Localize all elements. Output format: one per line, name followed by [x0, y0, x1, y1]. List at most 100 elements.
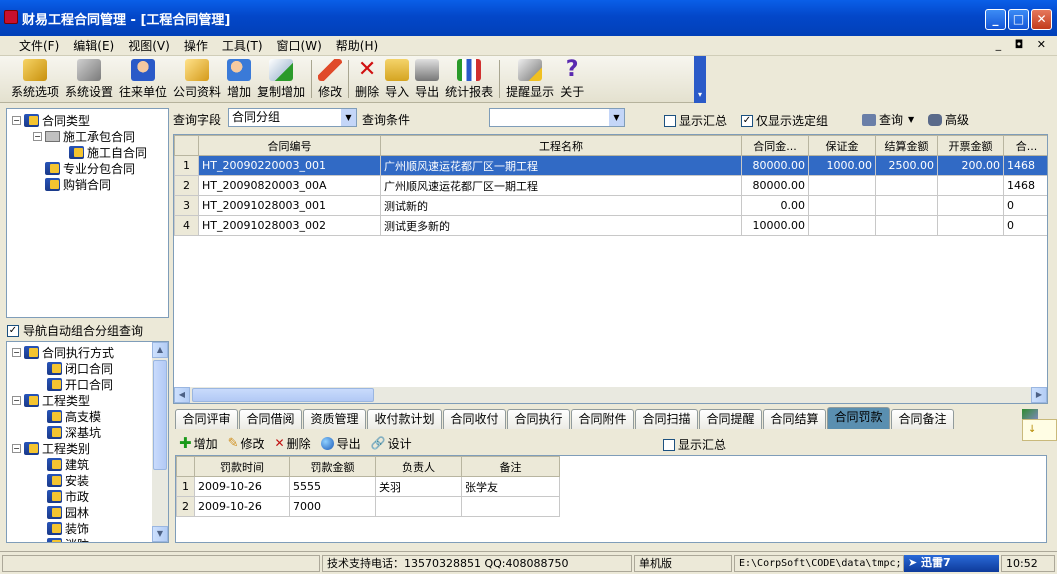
tab-scan[interactable]: 合同扫描 — [635, 409, 698, 429]
scroll-left-icon[interactable]: ◀ — [174, 387, 190, 403]
maximize-button[interactable]: □ — [1008, 9, 1029, 30]
tree-node-contract-type[interactable]: − 合同类型 — [12, 112, 90, 128]
tab-reminder[interactable]: 合同提醒 — [699, 409, 762, 429]
menu-tools[interactable]: 工具(T) — [215, 37, 270, 54]
col-more[interactable]: 合... — [1003, 135, 1047, 156]
system-options-button[interactable]: 系统选项 — [8, 59, 62, 102]
close-button[interactable]: ✕ — [1031, 9, 1052, 30]
menu-file[interactable]: 文件(F) — [12, 37, 66, 54]
tree-node-project-category[interactable]: − 工程类别 — [12, 440, 90, 456]
import-button[interactable]: 导入 — [382, 59, 412, 102]
app-icon[interactable] — [4, 10, 18, 24]
tree-node-open[interactable]: 开口合同 — [47, 376, 113, 392]
table-row[interactable]: 1 2009-10-26 5555 关羽 张学友 — [176, 476, 560, 497]
tree-node-decoration[interactable]: 装饰 — [47, 520, 89, 536]
dropdown-arrow-icon[interactable]: ▼ — [908, 115, 914, 124]
penalty-edit-button[interactable]: ✎ 修改 — [228, 435, 265, 452]
tree-node-install[interactable]: 安装 — [47, 472, 89, 488]
delete-button[interactable]: ✕ 删除 — [352, 59, 382, 102]
tab-settlement[interactable]: 合同结算 — [763, 409, 826, 429]
tab-payment-plan[interactable]: 收付款计划 — [367, 409, 442, 429]
collapse-icon[interactable]: − — [33, 131, 42, 141]
tree-node-purchase-contract[interactable]: 购销合同 — [45, 176, 111, 192]
tab-execution[interactable]: 合同执行 — [507, 409, 570, 429]
edit-button[interactable]: 修改 — [315, 59, 345, 102]
table-row[interactable]: 3 HT_20091028003_001 测试新的 0.00 0 — [174, 195, 1047, 216]
tab-review[interactable]: 合同评审 — [175, 409, 238, 429]
menu-view[interactable]: 视图(V) — [121, 37, 177, 54]
contacts-button[interactable]: 往来单位 — [116, 59, 170, 102]
col-invoice[interactable]: 开票金额 — [937, 135, 1004, 156]
table-row[interactable]: 2 2009-10-26 7000 — [176, 496, 560, 517]
col-penalty-time[interactable]: 罚款时间 — [194, 456, 290, 477]
tab-qualification[interactable]: 资质管理 — [303, 409, 366, 429]
col-deposit[interactable]: 保证金 — [808, 135, 876, 156]
company-info-button[interactable]: 公司资料 — [170, 59, 224, 102]
scroll-down-icon[interactable]: ▼ — [152, 526, 168, 542]
advanced-button[interactable]: 高级 — [928, 111, 969, 128]
mdi-controls[interactable]: _ ◘ ✕ — [996, 38, 1051, 51]
scroll-up-icon[interactable]: ▲ — [152, 342, 168, 358]
penalty-export-button[interactable]: 导出 — [320, 435, 361, 452]
menu-edit[interactable]: 编辑(E) — [66, 37, 121, 54]
dropdown-arrow-icon[interactable]: ▼ — [609, 109, 624, 126]
query-button[interactable]: 查询 ▼ — [862, 111, 914, 128]
tree-node-subcontract[interactable]: 专业分包合同 — [45, 160, 135, 176]
tab-penalty[interactable]: 合同罚款 — [827, 407, 890, 429]
penalty-add-button[interactable]: ✚ 增加 — [179, 434, 218, 452]
tree-node-deep-pit[interactable]: 深基坑 — [47, 424, 101, 440]
only-selected-group-checkbox[interactable]: ✓ 仅显示选定组 — [741, 112, 828, 129]
xunlei-taskbar[interactable]: ➤ 迅雷7 — [904, 555, 999, 572]
query-condition-select[interactable]: ▼ — [489, 108, 625, 127]
tree-node-building[interactable]: 建筑 — [47, 456, 89, 472]
tree-node-closed[interactable]: 闭口合同 — [47, 360, 113, 376]
nav-auto-group-checkbox[interactable]: ✓ 导航自动组合分组查询 — [7, 322, 143, 339]
about-button[interactable]: ? 关于 — [557, 59, 587, 102]
show-summary-checkbox[interactable]: 显示汇总 — [664, 112, 727, 129]
penalty-design-button[interactable]: 🔗 设计 — [371, 435, 412, 452]
statistics-report-button[interactable]: 统计报表 — [442, 59, 496, 102]
add-button[interactable]: 增加 — [224, 59, 254, 102]
copy-add-button[interactable]: 复制增加 — [254, 59, 308, 102]
collapse-icon[interactable]: − — [12, 115, 21, 125]
tab-attachments[interactable]: 合同附件 — [571, 409, 634, 429]
toolbar-overflow-chevron[interactable]: ▾ — [694, 56, 706, 103]
tree-node-project-type[interactable]: − 工程类型 — [12, 392, 90, 408]
col-penalty-amount[interactable]: 罚款金额 — [289, 456, 376, 477]
dropdown-arrow-icon[interactable]: ▼ — [341, 109, 356, 126]
table-row[interactable]: 1 HT_20090220003_001 广州顺风速运花都厂区一期工程 80000.0… — [174, 155, 1047, 176]
col-contract-no[interactable]: 合同编号 — [198, 135, 381, 156]
menu-help[interactable]: 帮助(H) — [329, 37, 385, 54]
tree-node-fire[interactable]: 消防 — [47, 536, 89, 542]
tree-scrollbar[interactable]: ▲ ▼ — [152, 342, 168, 542]
export-button[interactable]: 导出 — [412, 59, 442, 102]
col-remark[interactable]: 备注 — [461, 456, 560, 477]
grid-hscrollbar[interactable]: ◀ ▶ — [174, 387, 1047, 403]
collapse-icon[interactable]: − — [12, 347, 21, 357]
table-row[interactable]: 4 HT_20091028003_002 测试更多新的 10000.00 0 — [174, 215, 1047, 236]
collapse-icon[interactable]: − — [12, 443, 21, 453]
col-settlement[interactable]: 结算金额 — [875, 135, 938, 156]
reminder-display-button[interactable]: 提醒显示 — [503, 59, 557, 102]
tab-borrow[interactable]: 合同借阅 — [239, 409, 302, 429]
penalty-delete-button[interactable]: ✕ 删除 — [275, 435, 311, 452]
scroll-thumb[interactable] — [153, 360, 167, 470]
checkbox[interactable]: ✓ — [7, 324, 19, 337]
tab-notes[interactable]: 合同备注 — [891, 409, 954, 429]
tree-node-self-contract[interactable]: 施工自合同 — [69, 144, 147, 160]
tree-node-municipal[interactable]: 市政 — [47, 488, 89, 504]
tree-node-high-formwork[interactable]: 高支模 — [47, 408, 101, 424]
tree-node-construction-contract[interactable]: − 施工承包合同 — [33, 128, 135, 144]
query-field-select[interactable]: 合同分组 ▼ — [228, 108, 357, 127]
col-project-name[interactable]: 工程名称 — [380, 135, 742, 156]
tab-receipts[interactable]: 合同收付 — [443, 409, 506, 429]
menu-operation[interactable]: 操作 — [177, 37, 215, 54]
scroll-right-icon[interactable]: ▶ — [1031, 387, 1047, 403]
tree-node-exec-mode[interactable]: − 合同执行方式 — [12, 344, 114, 360]
scroll-thumb[interactable] — [192, 388, 374, 402]
collapse-icon[interactable]: − — [12, 395, 21, 405]
table-row[interactable]: 2 HT_20090820003_00A 广州顺风速运花都厂区一期工程 80000.0… — [174, 175, 1047, 196]
minimize-button[interactable]: _ — [985, 9, 1006, 30]
menu-window[interactable]: 窗口(W) — [270, 37, 329, 54]
col-responsible[interactable]: 负责人 — [375, 456, 462, 477]
